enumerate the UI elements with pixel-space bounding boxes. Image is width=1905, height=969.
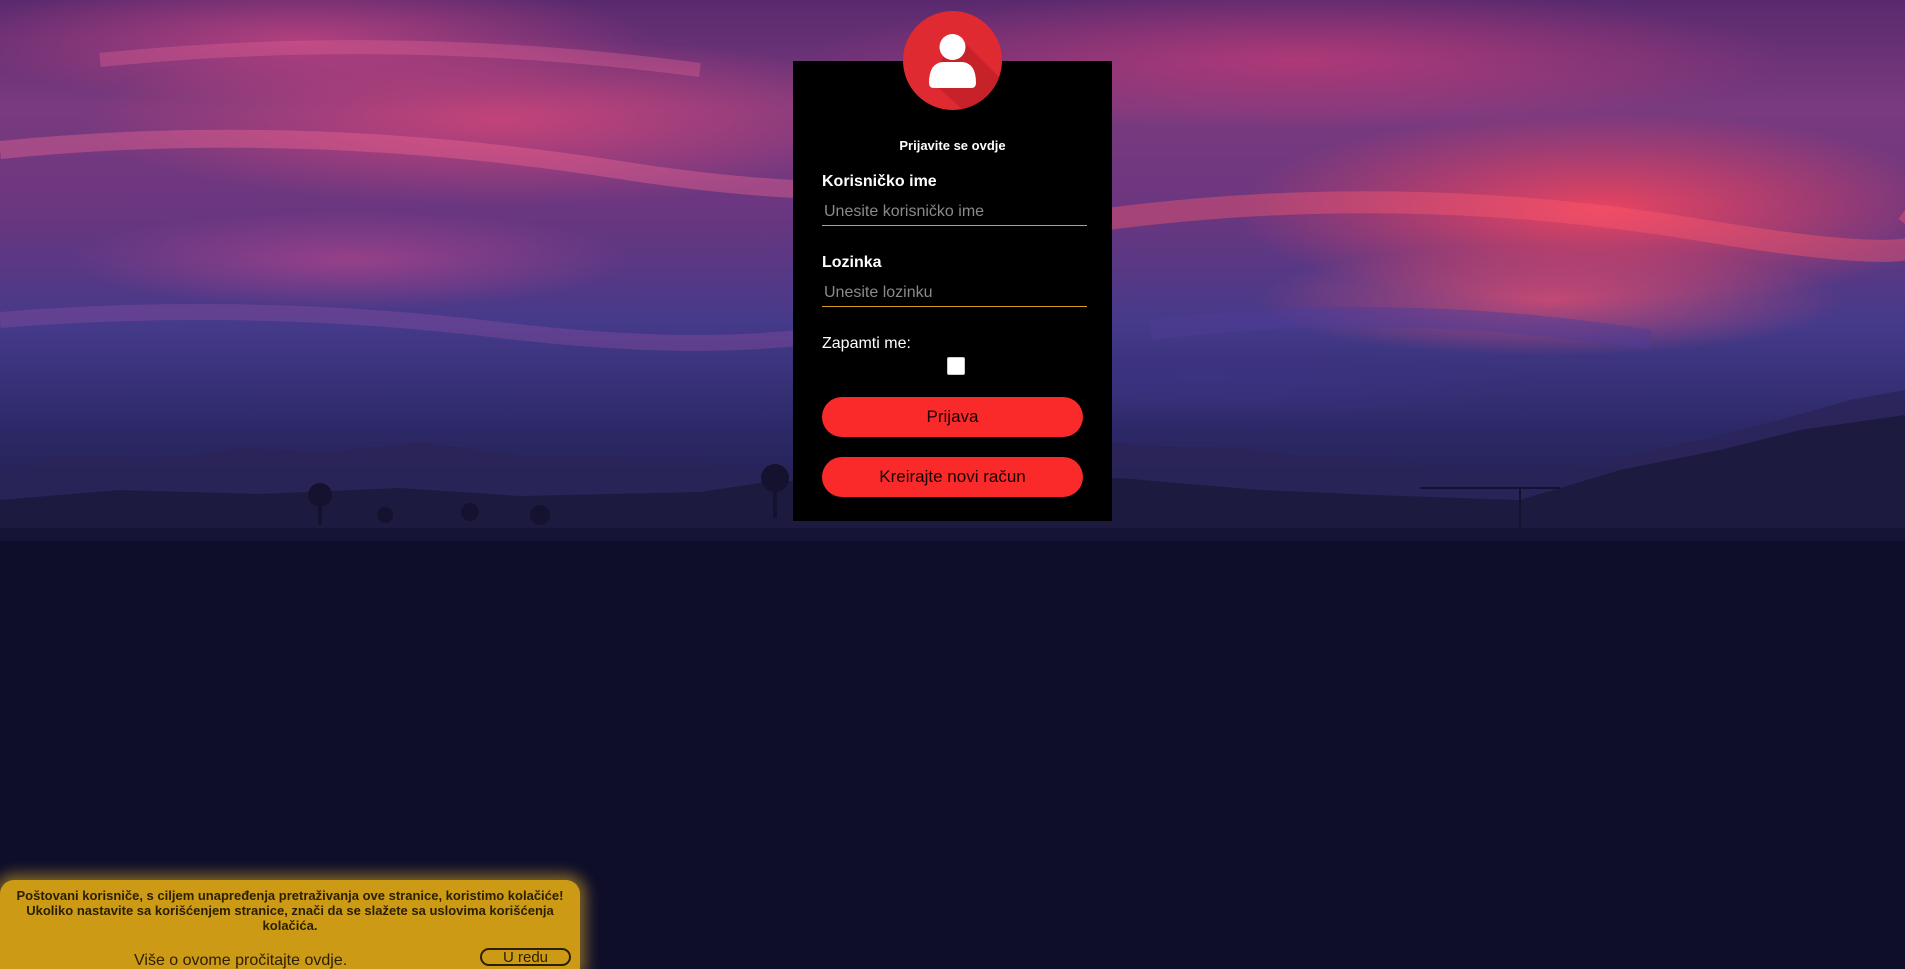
password-label: Lozinka bbox=[822, 254, 882, 271]
user-icon bbox=[903, 11, 1002, 110]
password-input[interactable] bbox=[822, 279, 1087, 307]
username-label: Korisničko ime bbox=[822, 173, 937, 190]
login-title: Prijavite se ovdje bbox=[899, 138, 1006, 153]
cookie-ok-button[interactable]: U redu bbox=[480, 948, 571, 966]
cookie-more-link[interactable]: Više o ovome pročitajte ovdje. bbox=[134, 952, 347, 969]
remember-me-checkbox[interactable] bbox=[947, 357, 965, 375]
remember-me-label: Zapamti me: bbox=[822, 335, 911, 352]
cookie-message: Poštovani korisniče, s ciljem unapređenj… bbox=[16, 888, 564, 933]
register-button[interactable]: Kreirajte novi račun bbox=[822, 457, 1083, 497]
username-input[interactable] bbox=[822, 198, 1087, 226]
login-button[interactable]: Prijava bbox=[822, 397, 1083, 437]
